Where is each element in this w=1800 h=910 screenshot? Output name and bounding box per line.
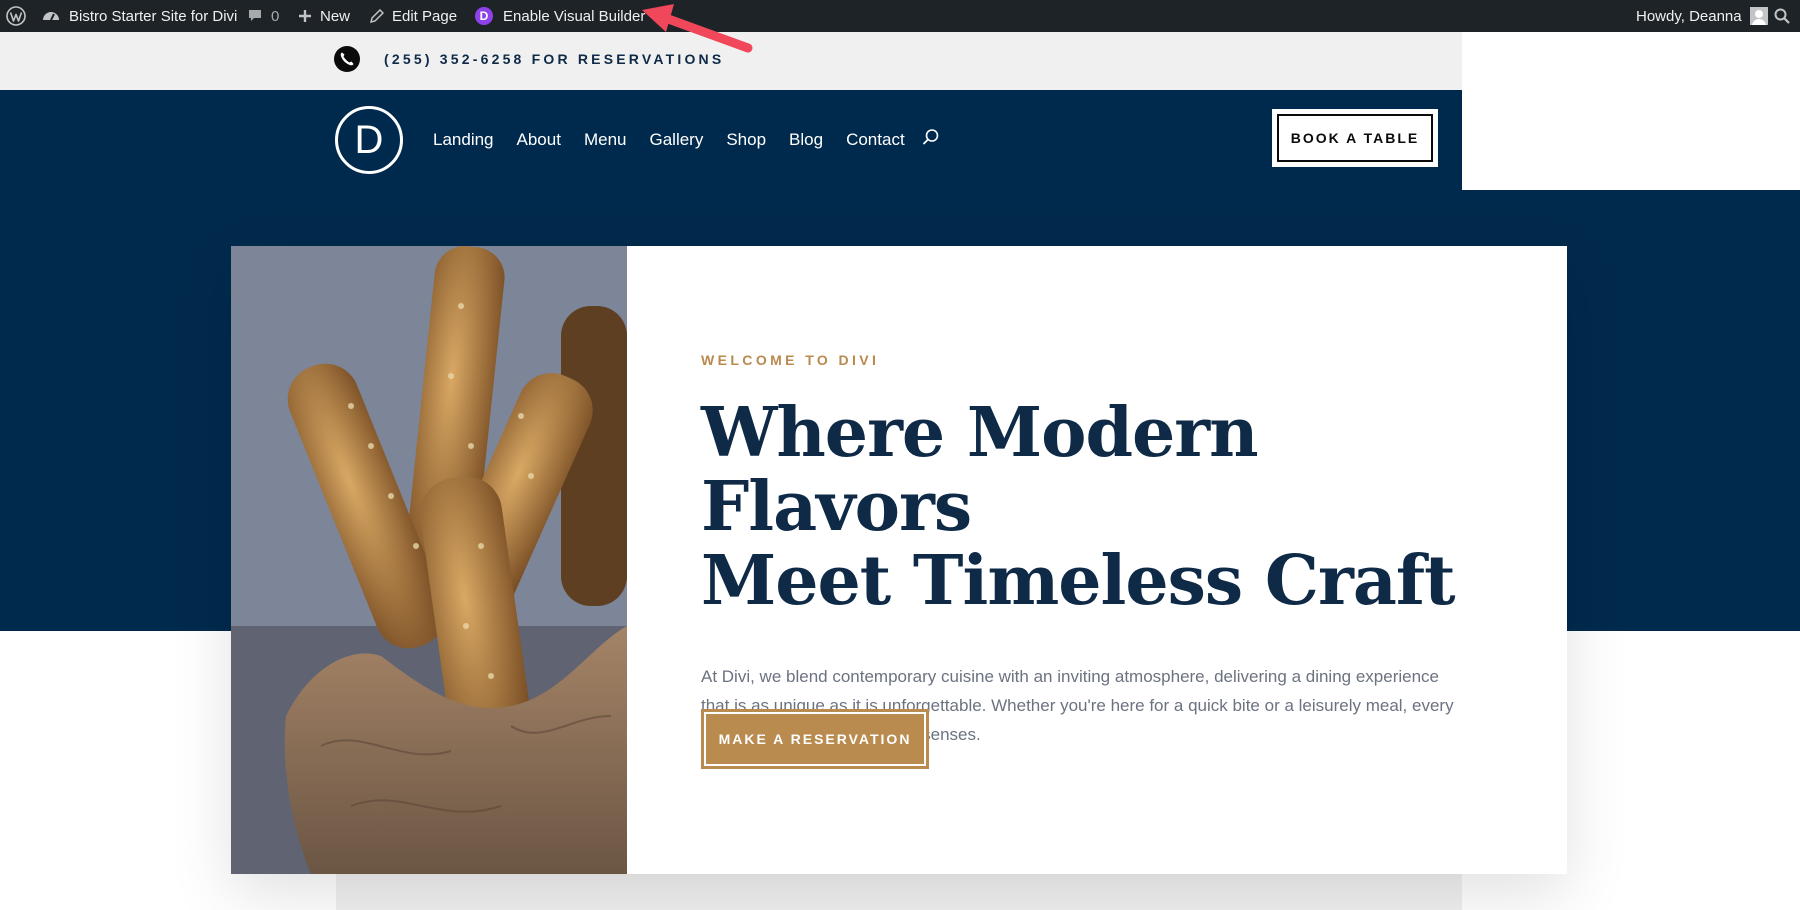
comments-link[interactable]: 0 bbox=[247, 0, 279, 32]
plus-icon bbox=[298, 9, 312, 23]
new-content-link[interactable]: New bbox=[298, 0, 350, 32]
enable-visual-builder-link[interactable]: D Enable Visual Builder bbox=[475, 0, 645, 32]
new-label: New bbox=[320, 7, 351, 25]
nav-contact[interactable]: Contact bbox=[846, 130, 905, 150]
breadsticks-photo bbox=[231, 246, 627, 874]
admin-search-icon[interactable] bbox=[1774, 0, 1790, 32]
hero-content: WELCOME TO DIVI Where Modern Flavors Mee… bbox=[701, 352, 1501, 766]
wordpress-logo-icon[interactable] bbox=[6, 0, 26, 32]
nav-landing[interactable]: Landing bbox=[433, 130, 494, 150]
greeting-label: Howdy, Deanna bbox=[1636, 7, 1742, 25]
edit-page-link[interactable]: Edit Page bbox=[369, 0, 457, 32]
nav-about[interactable]: About bbox=[517, 130, 561, 150]
comments-count: 0 bbox=[271, 7, 280, 25]
make-reservation-button[interactable]: MAKE A RESERVATION bbox=[701, 709, 929, 769]
nav-shop[interactable]: Shop bbox=[726, 130, 766, 150]
headline-line-2: Meet Timeless Craft bbox=[701, 541, 1456, 621]
headline-line-1: Where Modern Flavors bbox=[701, 393, 1259, 547]
wp-admin-bar: Bistro Starter Site for Divi 0 New Edit … bbox=[0, 0, 1800, 32]
avatar bbox=[1749, 7, 1768, 25]
user-account-menu[interactable]: Howdy, Deanna bbox=[1636, 0, 1768, 32]
divi-logo-icon: D bbox=[475, 7, 493, 25]
site-logo[interactable]: D bbox=[335, 106, 403, 174]
book-a-table-label: BOOK A TABLE bbox=[1290, 130, 1420, 146]
book-a-table-button[interactable]: BOOK A TABLE bbox=[1272, 109, 1438, 167]
annotation-arrow-icon bbox=[642, 4, 753, 53]
main-nav: Landing About Menu Gallery Shop Blog Con… bbox=[433, 128, 940, 151]
nav-menu[interactable]: Menu bbox=[584, 130, 627, 150]
phone-icon bbox=[334, 46, 360, 72]
pencil-icon bbox=[369, 8, 384, 24]
search-icon[interactable] bbox=[922, 128, 940, 151]
edit-page-label: Edit Page bbox=[392, 7, 458, 25]
welcome-eyebrow: WELCOME TO DIVI bbox=[701, 352, 880, 368]
site-name-label: Bistro Starter Site for Divi bbox=[69, 7, 238, 25]
nav-blog[interactable]: Blog bbox=[789, 130, 823, 150]
visual-builder-label: Enable Visual Builder bbox=[503, 7, 646, 25]
site-name-link[interactable]: Bistro Starter Site for Divi bbox=[42, 0, 237, 32]
next-section-strip bbox=[336, 874, 1462, 910]
make-reservation-label: MAKE A RESERVATION bbox=[718, 731, 912, 747]
dashboard-icon bbox=[42, 8, 60, 24]
header-right-blank bbox=[1462, 32, 1800, 190]
site-header: D Landing About Menu Gallery Shop Blog C… bbox=[0, 90, 1462, 190]
comment-bubble-icon bbox=[247, 8, 263, 24]
hero-headline: Where Modern Flavors Meet Timeless Craft bbox=[701, 396, 1501, 618]
hero-card: WELCOME TO DIVI Where Modern Flavors Mee… bbox=[231, 246, 1567, 874]
nav-gallery[interactable]: Gallery bbox=[649, 130, 703, 150]
